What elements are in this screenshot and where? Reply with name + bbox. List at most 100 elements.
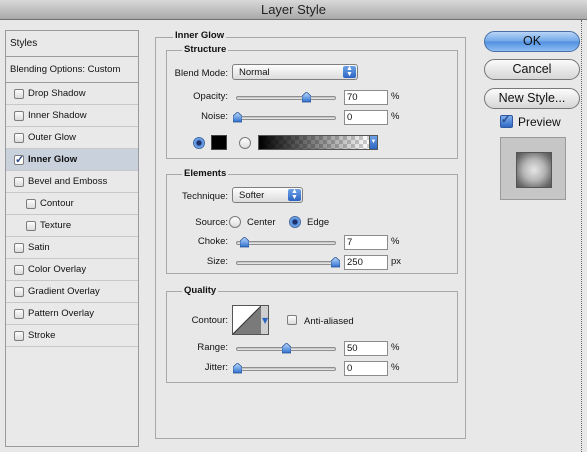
style-item-checkbox[interactable]: [26, 199, 36, 209]
style-item[interactable]: Color Overlay: [6, 259, 138, 281]
glow-gradient-picker[interactable]: [258, 135, 370, 150]
inner-glow-title: Inner Glow: [173, 30, 227, 41]
source-center-label[interactable]: Center: [247, 217, 276, 228]
styles-header[interactable]: Styles: [6, 31, 138, 57]
range-slider[interactable]: [236, 343, 336, 354]
style-item-checkbox[interactable]: [14, 243, 24, 253]
choke-slider-knob[interactable]: [239, 237, 249, 248]
blend-mode-label: Blend Mode:: [174, 68, 228, 79]
style-item-checkbox[interactable]: [14, 153, 24, 166]
style-item-checkbox[interactable]: [14, 331, 24, 341]
noise-unit: %: [391, 111, 400, 122]
style-item-checkbox[interactable]: [14, 309, 24, 319]
style-item[interactable]: Texture: [6, 215, 138, 237]
style-item-checkbox[interactable]: [14, 265, 24, 275]
svg-text:▼: ▼: [262, 316, 268, 325]
source-center-radio[interactable]: [229, 216, 241, 228]
style-item-label: Texture: [40, 220, 72, 231]
quality-title: Quality: [182, 285, 219, 296]
opacity-slider-knob[interactable]: [301, 92, 311, 103]
size-label: Size:: [206, 256, 228, 267]
cancel-button[interactable]: Cancel: [484, 59, 580, 80]
gradient-dropdown-arrow-icon[interactable]: ▼: [369, 135, 378, 150]
range-slider-knob[interactable]: [282, 343, 291, 354]
style-item[interactable]: Outer Glow: [6, 127, 138, 149]
blend-mode-value: Normal: [239, 67, 270, 78]
style-item-checkbox[interactable]: [14, 177, 24, 187]
ok-button[interactable]: OK: [484, 31, 580, 52]
size-slider[interactable]: [236, 257, 340, 268]
jitter-slider-knob[interactable]: [233, 363, 242, 374]
opacity-slider[interactable]: [236, 92, 336, 103]
contour-curve-icon: ▼: [232, 305, 269, 335]
style-item[interactable]: Inner Shadow: [6, 105, 138, 127]
style-item-label: Color Overlay: [28, 264, 87, 275]
noise-input[interactable]: 0: [344, 110, 388, 125]
size-slider-knob[interactable]: [331, 257, 340, 268]
range-label: Range:: [197, 342, 228, 353]
anti-aliased-checkbox[interactable]: [287, 315, 297, 325]
jitter-input[interactable]: 0: [344, 361, 388, 376]
style-item-label: Pattern Overlay: [28, 308, 94, 319]
style-item[interactable]: Gradient Overlay: [6, 281, 138, 303]
style-item[interactable]: Drop Shadow: [6, 83, 138, 105]
style-item[interactable]: Contour: [6, 193, 138, 215]
jitter-unit: %: [391, 362, 400, 373]
glow-color-swatch[interactable]: [211, 135, 227, 150]
anti-aliased-label[interactable]: Anti-aliased: [304, 316, 354, 327]
blending-options-item[interactable]: Blending Options: Custom: [6, 57, 138, 83]
range-unit: %: [391, 342, 400, 353]
style-item-checkbox[interactable]: [14, 111, 24, 121]
style-item-label: Satin: [28, 242, 50, 253]
style-item-label: Inner Shadow: [28, 110, 87, 121]
opacity-label: Opacity:: [193, 91, 228, 102]
jitter-label: Jitter:: [204, 362, 228, 373]
style-item[interactable]: Pattern Overlay: [6, 303, 138, 325]
window-title: Layer Style: [260, 2, 327, 17]
canvas-edge-divider: [581, 20, 582, 452]
style-item-checkbox[interactable]: [14, 133, 24, 143]
style-item-label: Outer Glow: [28, 132, 77, 143]
style-item-label: Drop Shadow: [28, 88, 86, 99]
technique-select[interactable]: Softer ▲ ▼: [232, 187, 303, 203]
styles-list: Styles Blending Options: Custom Drop Sha…: [5, 30, 139, 447]
elements-title: Elements: [182, 168, 229, 179]
noise-slider-knob[interactable]: [233, 112, 242, 123]
style-item-checkbox[interactable]: [14, 287, 24, 297]
jitter-slider[interactable]: [233, 363, 336, 374]
choke-input[interactable]: 7: [344, 235, 388, 250]
style-item[interactable]: Stroke: [6, 325, 138, 347]
style-item[interactable]: Bevel and Emboss: [6, 171, 138, 193]
preview-thumbnail: [500, 137, 566, 200]
opacity-unit: %: [391, 91, 400, 102]
choke-slider[interactable]: [236, 237, 336, 248]
blend-mode-select[interactable]: Normal ▲ ▼: [232, 64, 358, 80]
style-item-checkbox[interactable]: [26, 221, 36, 231]
style-item[interactable]: Satin: [6, 237, 138, 259]
size-input[interactable]: 250: [344, 255, 388, 270]
gradient-fill-radio[interactable]: [239, 137, 251, 149]
source-label: Source:: [195, 217, 228, 228]
style-item-label: Stroke: [28, 330, 56, 341]
style-item[interactable]: Inner Glow: [6, 149, 138, 171]
choke-label: Choke:: [197, 236, 228, 247]
style-item-label: Bevel and Emboss: [28, 176, 108, 187]
new-style-button[interactable]: New Style...: [484, 88, 580, 109]
range-input[interactable]: 50: [344, 341, 388, 356]
select-arrows-icon: ▲ ▼: [288, 188, 301, 201]
style-item-checkbox[interactable]: [14, 89, 24, 99]
technique-label: Technique:: [182, 191, 228, 202]
preview-label[interactable]: Preview: [518, 115, 561, 129]
opacity-input[interactable]: 70: [344, 90, 388, 105]
contour-label: Contour:: [191, 315, 228, 326]
style-item-label: Contour: [40, 198, 74, 209]
source-edge-radio[interactable]: [289, 216, 301, 228]
noise-slider[interactable]: [233, 112, 336, 123]
contour-picker[interactable]: ▼: [232, 305, 269, 335]
preview-checkbox[interactable]: [500, 113, 513, 128]
preview-glow-swatch: [516, 152, 552, 188]
blending-options-label: Blending Options: Custom: [10, 64, 121, 75]
color-fill-radio[interactable]: [193, 137, 205, 149]
source-edge-label[interactable]: Edge: [307, 217, 329, 228]
size-unit: px: [391, 256, 402, 267]
